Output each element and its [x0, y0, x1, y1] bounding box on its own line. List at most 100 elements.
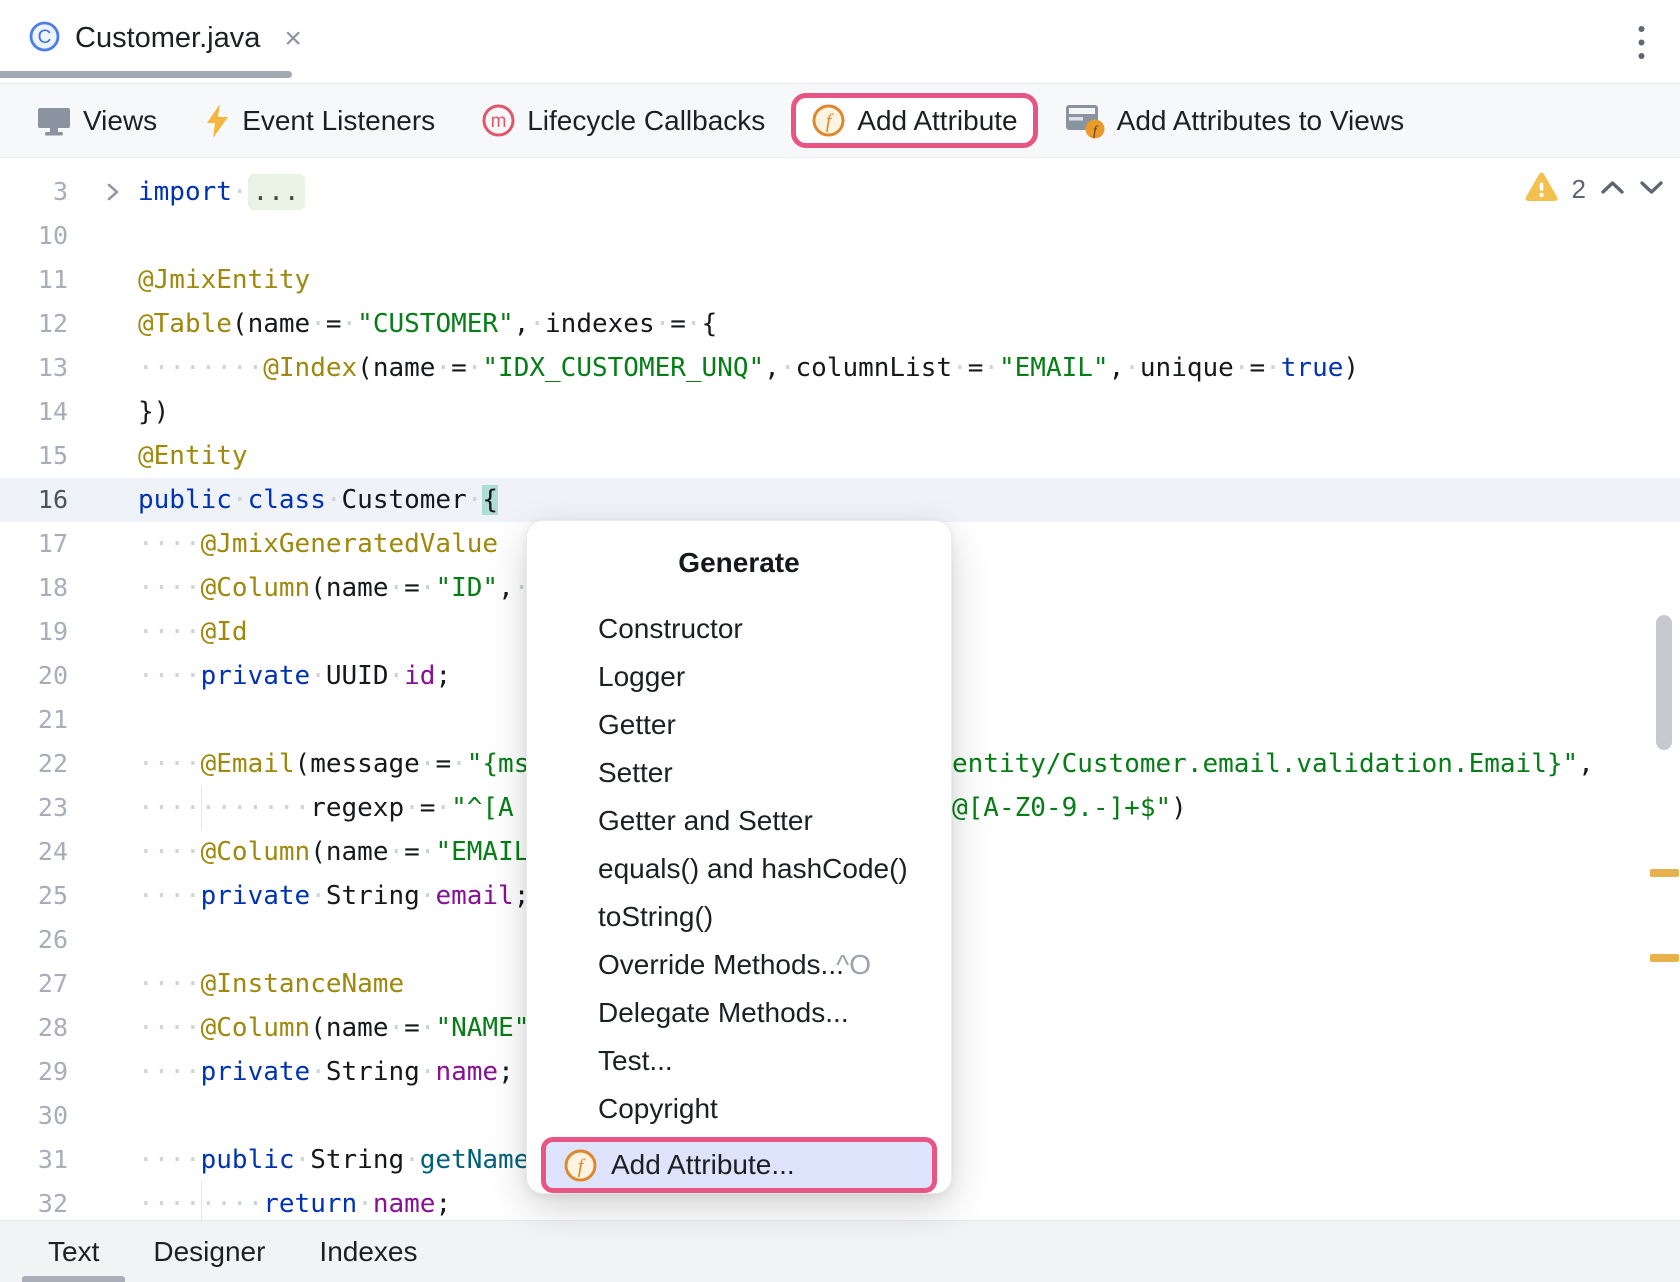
line-number[interactable]: 22	[0, 742, 68, 786]
line-number[interactable]: 31	[0, 1138, 68, 1182]
line-number[interactable]: 23	[0, 786, 68, 830]
menu-item-label: Getter and Setter	[598, 805, 813, 836]
menu-item-label: Logger	[598, 661, 685, 692]
bottom-tab-label: Indexes	[319, 1236, 417, 1268]
toolbar-button-views[interactable]: Views	[36, 105, 157, 137]
line-number[interactable]: 32	[0, 1182, 68, 1220]
fold-chevron-icon[interactable]	[104, 180, 122, 209]
menu-item-constructor[interactable]: Constructor	[527, 605, 951, 653]
bottom-tab-designer[interactable]: Designer	[153, 1221, 265, 1282]
line-number[interactable]: 13	[0, 346, 68, 390]
toolbar-button-event-listeners[interactable]: Event Listeners	[203, 103, 435, 139]
code-line-12[interactable]: 12 @Table(name·=·"CUSTOMER",·indexes·=·{	[0, 302, 1680, 346]
menu-item-test[interactable]: Test...	[527, 1037, 951, 1085]
chevron-down-icon[interactable]	[1639, 180, 1664, 200]
code-line-11[interactable]: 11 @JmixEntity	[0, 258, 1680, 302]
jmix-entity-toolbar: Views Event Listeners mLifecycle Callbacks…	[0, 84, 1680, 158]
code-text: ····@Column(name·=·"NAME"	[138, 1006, 529, 1050]
menu-item-logger[interactable]: Logger	[527, 653, 951, 701]
generate-popup: Generate Constructor Logger Getter Setter Ge…	[527, 521, 951, 1193]
line-number[interactable]: 27	[0, 962, 68, 1006]
menu-item-shortcut: ^O	[836, 941, 871, 989]
bottom-tab-label: Text	[48, 1236, 99, 1268]
f-circle-icon: f	[811, 103, 846, 138]
line-number[interactable]: 18	[0, 566, 68, 610]
close-icon[interactable]: ×	[284, 22, 302, 56]
line-number[interactable]: 25	[0, 874, 68, 918]
code-line-3[interactable]: 3 import·...	[0, 170, 1680, 214]
menu-item-delegate-methods[interactable]: Delegate Methods...	[527, 989, 951, 1037]
menu-item-add-attribute[interactable]: f Add Attribute...	[541, 1137, 937, 1193]
menu-item-label: Add Attribute...	[611, 1149, 795, 1181]
toolbar-button-add-attribute[interactable]: fAdd Attribute	[791, 93, 1037, 148]
warning-count: 2	[1572, 174, 1586, 205]
line-number[interactable]: 26	[0, 918, 68, 962]
menu-item-tostring[interactable]: toString()	[527, 893, 951, 941]
menu-item-equals-and-hashcode[interactable]: equals() and hashCode()	[527, 845, 951, 893]
code-text: @Table(name·=·"CUSTOMER",·indexes·=·{	[138, 302, 717, 346]
code-text: import·...	[138, 170, 305, 214]
warning-stripe-mark[interactable]	[1650, 954, 1679, 962]
line-number[interactable]: 16	[0, 478, 68, 522]
line-number[interactable]: 17	[0, 522, 68, 566]
f-circle-icon: f	[563, 1148, 598, 1183]
scrollbar-thumb[interactable]	[1656, 615, 1672, 750]
code-line-15[interactable]: 15@Entity	[0, 434, 1680, 478]
code-line-10[interactable]: 10	[0, 214, 1680, 258]
bottom-tab-label: Designer	[153, 1236, 265, 1268]
toolbar-button-label: Lifecycle Callbacks	[527, 105, 765, 137]
code-line-16[interactable]: 16 public·class·Customer·{	[0, 478, 1680, 522]
editor-tab-customer-java[interactable]: C Customer.java ×	[28, 0, 302, 77]
line-number[interactable]: 11	[0, 258, 68, 302]
line-number[interactable]: 30	[0, 1094, 68, 1138]
code-text: ····@JmixGeneratedValue	[138, 522, 498, 566]
menu-item-label: equals() and hashCode()	[598, 853, 908, 884]
ide-window: C Customer.java × Views Event Listeners mL…	[0, 0, 1680, 1282]
line-number[interactable]: 3	[0, 170, 68, 214]
line-number[interactable]: 20	[0, 654, 68, 698]
code-line-14[interactable]: 14})	[0, 390, 1680, 434]
line-number[interactable]: 15	[0, 434, 68, 478]
line-number[interactable]: 12	[0, 302, 68, 346]
line-number[interactable]: 28	[0, 1006, 68, 1050]
line-number[interactable]: 10	[0, 214, 68, 258]
code-text: ········@Index(name·=·"IDX_CUSTOMER_UNQ"…	[138, 346, 1359, 390]
chevron-up-icon[interactable]	[1600, 180, 1625, 200]
toolbar-button-lifecycle-callbacks[interactable]: mLifecycle Callbacks	[481, 103, 765, 138]
menu-item-override-methods[interactable]: Override Methods...^O	[527, 941, 951, 989]
toolbar-button-add-attributes-to-views[interactable]: fAdd Attributes to Views	[1064, 102, 1404, 140]
code-line-13[interactable]: 13 ········@Index(name·=·"IDX_CUSTOMER_UN…	[0, 346, 1680, 390]
toolbar-button-label: Views	[83, 105, 157, 137]
menu-item-label: toString()	[598, 901, 713, 932]
warning-icon[interactable]	[1525, 172, 1558, 207]
code-text: })	[138, 390, 169, 434]
bottom-tab-indexes[interactable]: Indexes	[319, 1221, 417, 1282]
tab-title: Customer.java	[75, 22, 260, 55]
bottom-tab-text[interactable]: Text	[48, 1221, 99, 1282]
menu-item-setter[interactable]: Setter	[527, 749, 951, 797]
menu-item-getter[interactable]: Getter	[527, 701, 951, 749]
menu-item-label: Test...	[598, 1045, 673, 1076]
menu-item-label: Delegate Methods...	[598, 997, 849, 1028]
menu-item-getter-and-setter[interactable]: Getter and Setter	[527, 797, 951, 845]
code-text: @JmixEntity	[138, 258, 310, 302]
menu-item-label: Setter	[598, 757, 673, 788]
toolbar-button-label: Add Attributes to Views	[1117, 105, 1404, 137]
indent-guide	[201, 1181, 202, 1220]
popup-title: Generate	[527, 521, 951, 579]
warning-stripe-mark[interactable]	[1650, 869, 1679, 877]
line-number[interactable]: 19	[0, 610, 68, 654]
menu-item-label: Override Methods...	[598, 949, 844, 980]
line-number[interactable]: 21	[0, 698, 68, 742]
code-text: public·class·Customer·{	[138, 478, 498, 522]
code-text: ····@Column(name·=·"EMAIL	[138, 830, 529, 874]
active-tab-underline	[22, 1276, 125, 1282]
code-text: ····@Column(name·=·"ID",·	[138, 566, 529, 610]
line-number[interactable]: 14	[0, 390, 68, 434]
more-options-kebab-icon[interactable]	[1637, 24, 1646, 66]
menu-item-label: Getter	[598, 709, 676, 740]
line-number[interactable]: 24	[0, 830, 68, 874]
menu-item-copyright[interactable]: Copyright	[527, 1085, 951, 1133]
code-text: ····private·String·email;	[138, 874, 529, 918]
line-number[interactable]: 29	[0, 1050, 68, 1094]
